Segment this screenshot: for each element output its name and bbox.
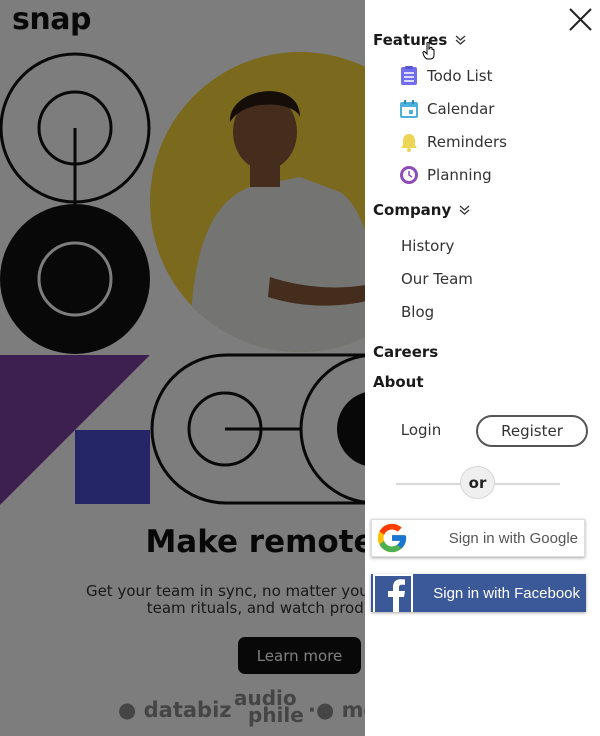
menu-features-toggle[interactable]: Features bbox=[373, 31, 466, 49]
menu-item-planning[interactable]: Planning bbox=[399, 165, 492, 185]
menu-item-reminders[interactable]: Reminders bbox=[399, 132, 507, 152]
facebook-sign-in-label: Sign in with Facebook bbox=[433, 584, 580, 602]
bell-icon bbox=[401, 134, 417, 152]
or-separator: or bbox=[460, 466, 495, 499]
calendar-icon bbox=[400, 100, 418, 118]
register-button[interactable]: Register bbox=[476, 415, 588, 447]
google-sign-in-button[interactable]: Sign in with Google bbox=[371, 519, 585, 557]
planning-clock-icon bbox=[400, 166, 418, 184]
menu-item-calendar[interactable]: Calendar bbox=[399, 99, 494, 119]
google-icon bbox=[372, 519, 412, 557]
divider-left bbox=[396, 483, 462, 485]
menu-item-careers[interactable]: Careers bbox=[373, 343, 438, 361]
menu-item-about[interactable]: About bbox=[373, 373, 424, 391]
google-sign-in-label: Sign in with Google bbox=[448, 529, 578, 547]
chevron-down-icon bbox=[459, 205, 470, 215]
todo-list-icon bbox=[401, 66, 417, 85]
chevron-down-icon bbox=[455, 35, 466, 45]
login-button[interactable]: Login bbox=[389, 415, 453, 445]
hand-cursor-icon bbox=[422, 42, 435, 60]
side-menu: Features Todo List Calendar Reminders Pl… bbox=[365, 0, 600, 736]
facebook-sign-in-button[interactable]: Sign in with Facebook bbox=[371, 574, 586, 612]
menu-item-our-team[interactable]: Our Team bbox=[401, 270, 473, 288]
menu-item-history[interactable]: History bbox=[401, 237, 454, 255]
menu-company-toggle[interactable]: Company bbox=[373, 201, 470, 219]
divider-right bbox=[494, 483, 560, 485]
close-menu-icon[interactable] bbox=[568, 7, 593, 32]
features-label: Features bbox=[373, 31, 448, 49]
menu-item-blog[interactable]: Blog bbox=[401, 303, 434, 321]
facebook-icon bbox=[373, 574, 413, 612]
company-label: Company bbox=[373, 201, 452, 219]
menu-item-todo-list[interactable]: Todo List bbox=[399, 66, 492, 86]
